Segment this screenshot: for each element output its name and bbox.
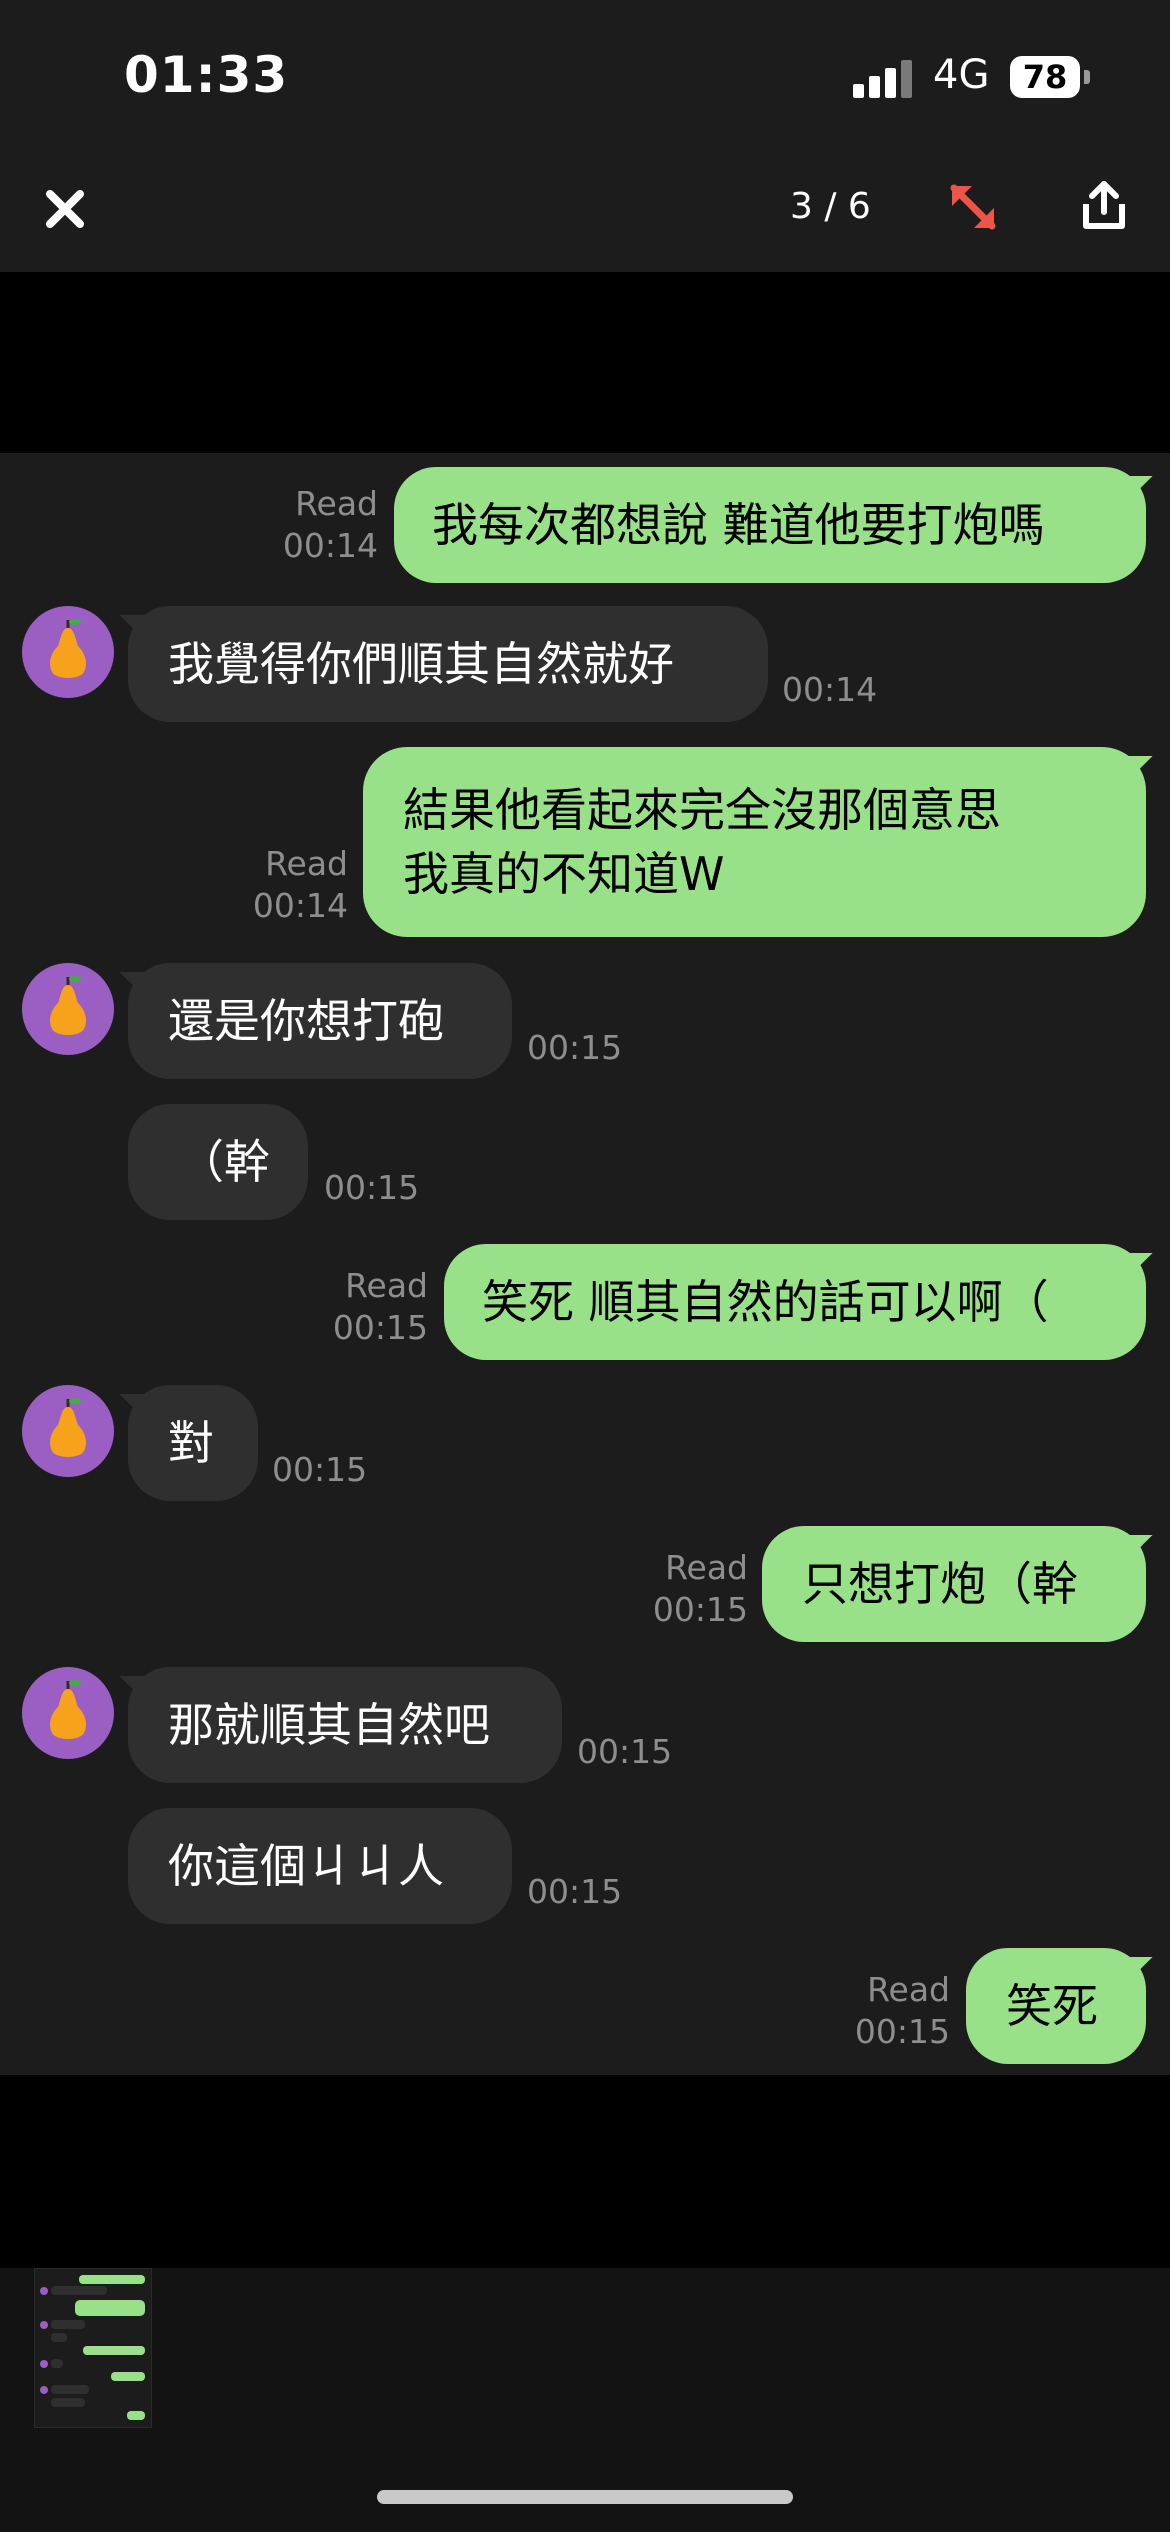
read-label: Read — [867, 1970, 950, 2009]
message-time: 00:14 — [782, 670, 878, 709]
message-text: 對 — [168, 1416, 214, 1470]
image-counter: 3 / 6 — [790, 186, 871, 227]
contact-avatar[interactable] — [22, 963, 114, 1055]
message-text: 我真的不知道W — [403, 847, 725, 901]
read-receipt: Read 00:15 — [840, 1969, 950, 2053]
contact-avatar[interactable] — [22, 1385, 114, 1477]
read-receipt: Read 00:15 — [318, 1265, 428, 1349]
pear-avatar-icon — [50, 1398, 86, 1457]
message-bubble-outgoing[interactable]: 結果他看起來完全沒那個意思 我真的不知道W — [363, 747, 1146, 937]
close-icon — [46, 190, 84, 228]
pear-avatar-icon — [50, 619, 86, 678]
expand-button[interactable] — [944, 178, 1002, 236]
message-bubble-outgoing[interactable]: 笑死 — [966, 1948, 1146, 2064]
pear-avatar-icon — [50, 1680, 86, 1739]
message-text: 那就順其自然吧 — [168, 1698, 490, 1752]
home-indicator[interactable] — [377, 2490, 793, 2504]
pear-avatar-icon — [50, 976, 86, 1035]
message-time: 00:15 — [652, 1590, 748, 1629]
message-time: 00:14 — [282, 526, 378, 565]
message-bubble-incoming[interactable]: 我覺得你們順其自然就好 — [128, 606, 768, 722]
message-text: 結果他看起來完全沒那個意思 — [403, 783, 1001, 837]
message-bubble-incoming[interactable]: 你這個ㄐㄐ人 — [128, 1808, 512, 1924]
network-type: 4G — [933, 52, 990, 98]
share-icon — [1083, 181, 1125, 229]
share-button[interactable] — [1078, 178, 1130, 234]
close-button[interactable] — [38, 182, 92, 236]
message-time: 00:15 — [527, 1872, 623, 1911]
message-text: 我覺得你們順其自然就好 — [168, 637, 674, 691]
status-time: 01:33 — [124, 46, 289, 104]
chat-thumbnail-preview — [40, 2275, 145, 2420]
chat-screenshot: Read 00:14 我每次都想說 難道他要打炮嗎 我覺得你們順其自然就好 00… — [0, 453, 1170, 2075]
message-text: 還是你想打砲 — [168, 994, 444, 1048]
message-bubble-incoming[interactable]: 對 — [128, 1385, 258, 1501]
message-bubble-incoming[interactable]: 還是你想打砲 — [128, 963, 512, 1079]
battery-icon: 78 — [1010, 56, 1080, 98]
message-time: 00:15 — [854, 2012, 950, 2051]
message-bubble-outgoing[interactable]: 笑死 順其自然的話可以啊（ — [444, 1244, 1146, 1360]
message-time: 00:15 — [577, 1732, 673, 1771]
read-receipt: Read 00:14 — [268, 483, 378, 567]
message-time: 00:15 — [324, 1168, 420, 1207]
read-label: Read — [265, 844, 348, 883]
read-receipt: Read 00:15 — [638, 1547, 748, 1631]
message-bubble-incoming[interactable]: 那就順其自然吧 — [128, 1667, 562, 1783]
thumbnail-current-image[interactable] — [34, 2268, 152, 2428]
message-time: 00:15 — [527, 1028, 623, 1067]
expand-arrows-icon — [950, 184, 996, 230]
message-text: 只想打炮（幹 — [802, 1557, 1078, 1611]
message-bubble-outgoing[interactable]: 我每次都想說 難道他要打炮嗎 — [394, 467, 1146, 583]
message-text: 你這個ㄐㄐ人 — [168, 1839, 444, 1893]
read-label: Read — [345, 1266, 428, 1305]
battery-level: 78 — [1022, 58, 1068, 96]
contact-avatar[interactable] — [22, 1667, 114, 1759]
status-bar: 01:33 4G 78 — [0, 0, 1170, 150]
message-bubble-incoming[interactable]: （幹 — [128, 1104, 308, 1220]
signal-icon — [853, 58, 913, 98]
battery-nub — [1084, 70, 1090, 84]
message-time: 00:15 — [272, 1450, 368, 1489]
message-bubble-outgoing[interactable]: 只想打炮（幹 — [762, 1526, 1146, 1642]
read-label: Read — [295, 484, 378, 523]
message-text: 笑死 順其自然的話可以啊（ — [482, 1275, 1049, 1329]
read-receipt: Read 00:14 — [238, 843, 348, 927]
viewer-toolbar: 3 / 6 — [0, 150, 1170, 272]
read-label: Read — [665, 1548, 748, 1587]
message-text: 笑死 — [1006, 1979, 1098, 2033]
contact-avatar[interactable] — [22, 606, 114, 698]
message-time: 00:14 — [252, 886, 348, 925]
message-time: 00:15 — [332, 1308, 428, 1347]
message-text: （幹 — [178, 1135, 270, 1189]
message-text: 我每次都想說 難道他要打炮嗎 — [432, 498, 1045, 552]
